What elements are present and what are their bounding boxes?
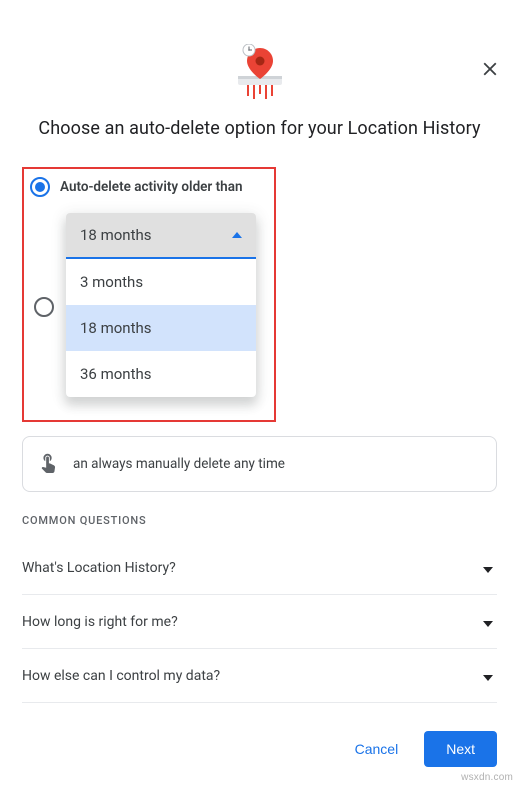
option-highlight-area: Auto-delete activity older than 18 month… bbox=[22, 167, 276, 422]
dropdown-option-3-months[interactable]: 3 months bbox=[66, 259, 256, 305]
faq-question-label: What's Location History? bbox=[22, 560, 176, 576]
common-questions-heading: Common Questions bbox=[22, 514, 497, 527]
close-icon bbox=[479, 58, 501, 80]
faq-question-label: How long is right for me? bbox=[22, 614, 178, 630]
faq-location-history[interactable]: What's Location History? bbox=[22, 541, 497, 595]
tap-hand-icon bbox=[37, 451, 59, 477]
location-shred-icon bbox=[234, 44, 286, 100]
dropdown-option-36-months[interactable]: 36 months bbox=[66, 351, 256, 397]
next-button[interactable]: Next bbox=[424, 731, 497, 767]
cancel-button[interactable]: Cancel bbox=[347, 733, 407, 765]
watermark: wsxdn.com bbox=[461, 772, 513, 783]
chevron-up-icon bbox=[232, 232, 242, 238]
hero-illustration bbox=[22, 44, 497, 100]
chevron-down-icon bbox=[483, 558, 493, 577]
radio-selected-icon[interactable] bbox=[30, 177, 50, 197]
dropdown-selected[interactable]: 18 months bbox=[66, 213, 256, 259]
faq-how-long[interactable]: How long is right for me? bbox=[22, 595, 497, 649]
option-auto-delete[interactable]: Auto-delete activity older than bbox=[30, 177, 264, 197]
chevron-down-icon bbox=[483, 612, 493, 631]
chevron-down-icon bbox=[483, 666, 493, 685]
info-card: an always manually delete any time bbox=[22, 436, 497, 492]
dialog-footer: Cancel Next bbox=[22, 731, 497, 767]
option-auto-delete-label: Auto-delete activity older than bbox=[60, 179, 243, 195]
duration-dropdown[interactable]: 18 months 3 months 18 months 36 months bbox=[66, 213, 256, 397]
dropdown-option-18-months[interactable]: 18 months bbox=[66, 305, 256, 351]
dialog-title: Choose an auto-delete option for your Lo… bbox=[22, 118, 497, 139]
info-text: an always manually delete any time bbox=[73, 455, 285, 474]
auto-delete-dialog: Choose an auto-delete option for your Lo… bbox=[0, 44, 519, 785]
faq-control-data[interactable]: How else can I control my data? bbox=[22, 649, 497, 703]
close-button[interactable] bbox=[479, 58, 501, 84]
radio-unselected-icon[interactable] bbox=[34, 297, 54, 317]
dropdown-selected-label: 18 months bbox=[80, 226, 151, 244]
faq-question-label: How else can I control my data? bbox=[22, 668, 220, 684]
